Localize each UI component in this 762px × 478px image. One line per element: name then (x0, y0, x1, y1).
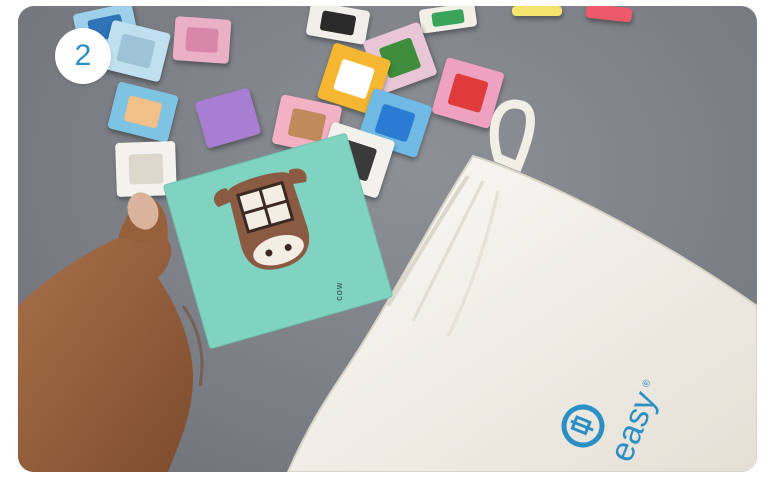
scene-illustration: easy ® cow (18, 99, 757, 472)
bag-drawstring (489, 99, 535, 172)
hand (18, 192, 204, 472)
card-word-label: cow (334, 282, 344, 301)
photo-scene: easy ® cow 2 (18, 6, 757, 472)
step-number-badge: 2 (55, 28, 111, 84)
flash-card: cow (163, 133, 393, 349)
